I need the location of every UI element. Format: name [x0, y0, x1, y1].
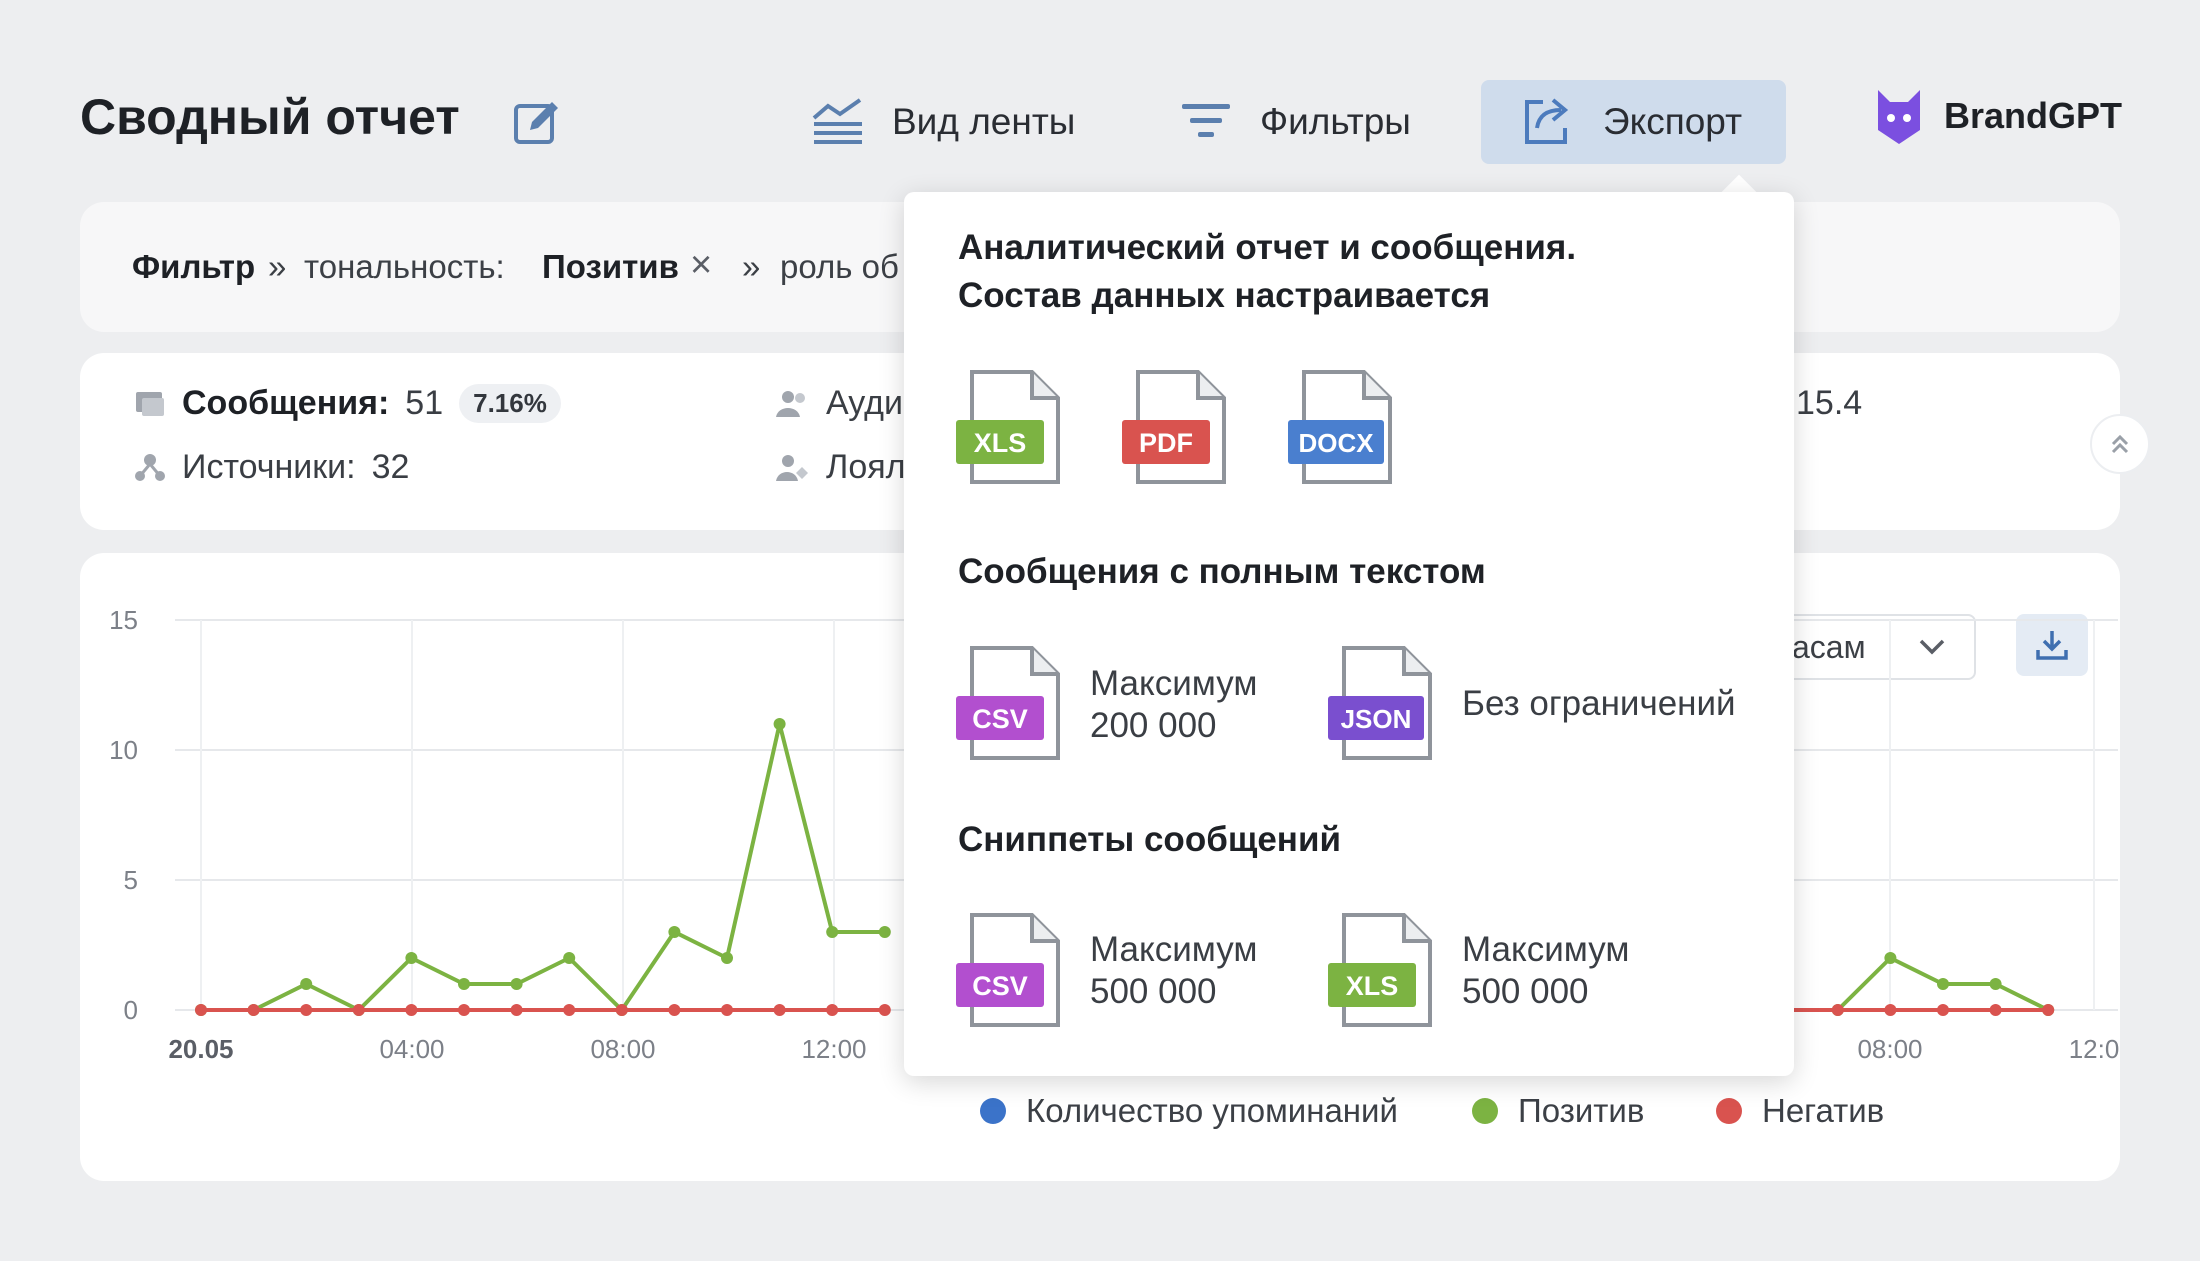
- legend-item-mentions[interactable]: Количество упоминаний: [980, 1092, 1398, 1130]
- data-point: [826, 1004, 839, 1016]
- data-point: [247, 1004, 260, 1016]
- xls-snippets-limit[interactable]: Максимум 500 000: [1462, 929, 1629, 1013]
- y-tick-label: 0: [124, 995, 138, 1025]
- x-tick-label: 20.05: [168, 1034, 233, 1064]
- data-point: [458, 978, 470, 990]
- xls-file-icon[interactable]: XLS: [954, 370, 1064, 486]
- csv-snippets-label: CSV: [972, 971, 1028, 1001]
- pdf-file-icon[interactable]: PDF: [1120, 370, 1230, 486]
- data-point: [1831, 1004, 1844, 1016]
- export-section-snippets-title: Сниппеты сообщений: [958, 820, 1341, 859]
- export-section-analytics-line2: Состав данных настраивается: [958, 276, 1491, 315]
- json-fulltext-limit[interactable]: Без ограничений: [1462, 683, 1736, 725]
- data-point: [458, 1004, 470, 1016]
- legend-item-positive[interactable]: Позитив: [1472, 1092, 1644, 1130]
- data-point: [510, 978, 523, 990]
- data-point: [721, 952, 733, 964]
- data-point: [405, 1004, 418, 1016]
- xls-label: XLS: [974, 428, 1027, 458]
- legend-negative-label: Негатив: [1762, 1092, 1885, 1129]
- data-point: [615, 1004, 628, 1016]
- data-point: [668, 926, 681, 938]
- xls-snippets-label: XLS: [1346, 971, 1399, 1001]
- y-tick-label: 5: [124, 865, 138, 895]
- data-point: [1989, 1004, 2002, 1016]
- csv-snippets-limit-line2: 500 000: [1090, 972, 1217, 1011]
- data-point: [1884, 1004, 1897, 1016]
- csv-fulltext-file-icon[interactable]: CSV: [954, 646, 1064, 762]
- data-point: [563, 952, 576, 964]
- series-line-positive: [201, 723, 885, 1014]
- csv-snippets-file-icon[interactable]: CSV: [954, 913, 1064, 1029]
- data-point: [405, 952, 418, 964]
- json-fulltext-file-icon[interactable]: JSON: [1326, 646, 1436, 762]
- legend-positive-dot: [1472, 1098, 1498, 1124]
- xls-snippets-limit-line1: Максимум: [1462, 930, 1630, 969]
- legend-positive-label: Позитив: [1518, 1092, 1645, 1129]
- x-tick-label: 12:00: [801, 1034, 866, 1064]
- data-point: [1989, 978, 2002, 990]
- docx-label: DOCX: [1298, 428, 1374, 458]
- legend-mentions-label: Количество упоминаний: [1026, 1092, 1398, 1129]
- data-point: [510, 1004, 523, 1016]
- export-section-analytics-title: Аналитический отчет и сообщения. Состав …: [958, 224, 1576, 320]
- data-point: [878, 1004, 891, 1016]
- legend-item-negative[interactable]: Негатив: [1716, 1092, 1884, 1130]
- csv-fulltext-limit-line1: Максимум: [1090, 664, 1258, 703]
- csv-snippets-limit-line1: Максимум: [1090, 930, 1258, 969]
- data-point: [300, 1004, 313, 1016]
- data-point: [773, 718, 786, 730]
- csv-fulltext-label: CSV: [972, 704, 1028, 734]
- x-tick-label: 04:00: [379, 1034, 444, 1064]
- csv-snippets-limit[interactable]: Максимум 500 000: [1090, 929, 1257, 1013]
- y-tick-label: 10: [109, 735, 138, 765]
- data-point: [773, 1004, 786, 1016]
- data-point: [195, 1004, 207, 1016]
- docx-file-icon[interactable]: DOCX: [1286, 370, 1396, 486]
- data-point: [352, 1004, 365, 1016]
- pdf-label: PDF: [1139, 428, 1193, 458]
- x-tick-label: 12:0: [2069, 1034, 2120, 1064]
- x-tick-label: 08:00: [1857, 1034, 1922, 1064]
- data-point: [2042, 1004, 2055, 1016]
- data-point: [1937, 1004, 1949, 1016]
- data-point: [300, 978, 313, 990]
- y-tick-label: 15: [109, 605, 138, 635]
- export-section-analytics-line1: Аналитический отчет и сообщения.: [958, 228, 1577, 267]
- data-point: [1884, 952, 1897, 964]
- csv-fulltext-limit[interactable]: Максимум 200 000: [1090, 663, 1257, 747]
- csv-fulltext-limit-line2: 200 000: [1090, 706, 1217, 745]
- data-point: [721, 1004, 733, 1016]
- legend-mentions-dot: [980, 1098, 1006, 1124]
- x-tick-label: 08:00: [590, 1034, 655, 1064]
- export-section-fulltext-title: Сообщения с полным текстом: [958, 552, 1486, 591]
- data-point: [826, 926, 839, 938]
- legend-negative-dot: [1716, 1098, 1742, 1124]
- json-fulltext-label: JSON: [1341, 704, 1412, 734]
- data-point: [878, 926, 891, 938]
- data-point: [1937, 978, 1949, 990]
- data-point: [668, 1004, 681, 1016]
- xls-snippets-limit-line2: 500 000: [1462, 972, 1589, 1011]
- xls-snippets-file-icon[interactable]: XLS: [1326, 913, 1436, 1029]
- data-point: [563, 1004, 576, 1016]
